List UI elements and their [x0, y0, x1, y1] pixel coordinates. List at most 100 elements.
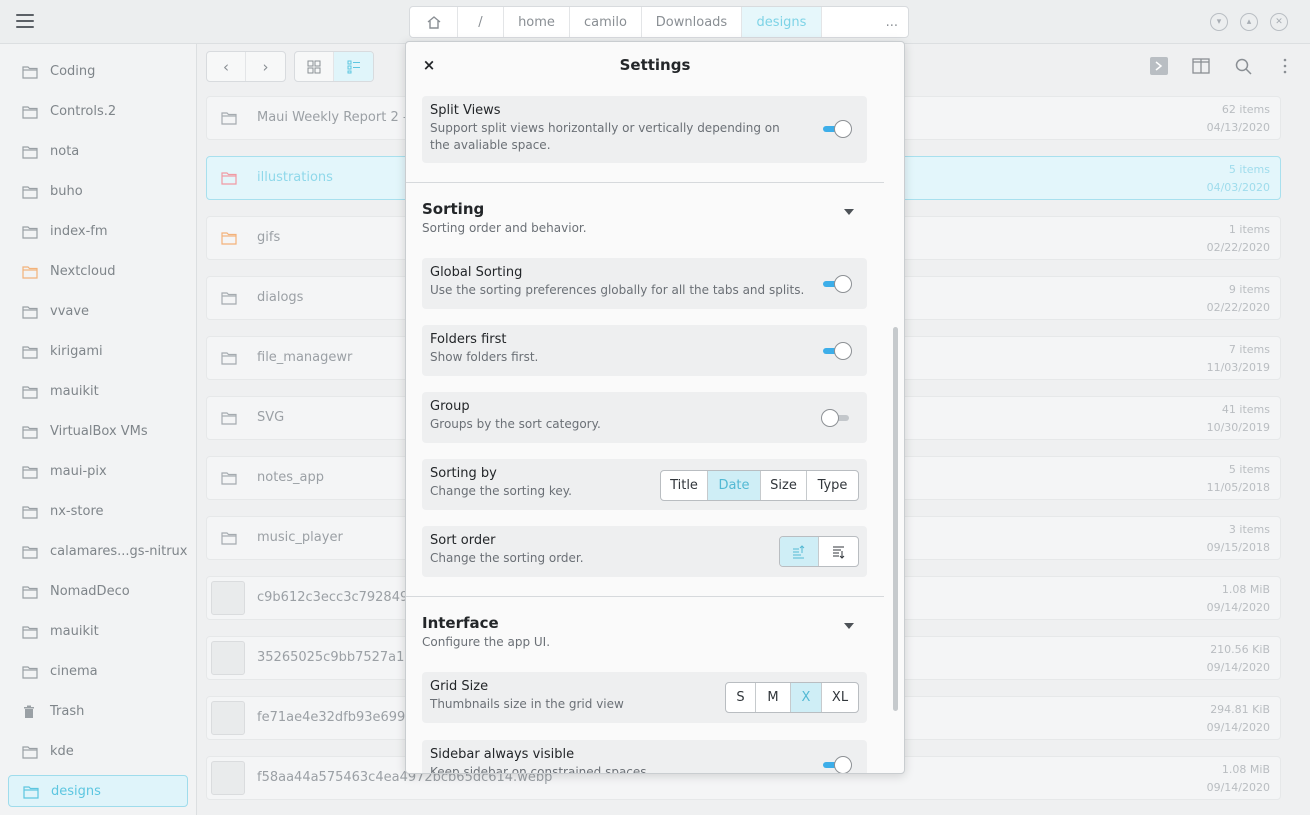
close-icon[interactable]: ×: [418, 54, 440, 76]
home-icon[interactable]: [410, 7, 458, 37]
file-size: 41 items: [1221, 403, 1270, 416]
folder-icon: [22, 745, 38, 759]
close-window-icon[interactable]: ✕: [1270, 13, 1288, 31]
section-divider: [406, 182, 884, 183]
sidebar-item[interactable]: VirtualBox VMs: [8, 415, 188, 447]
path-bar: / home camilo Downloads designs ...: [409, 6, 909, 38]
sort-descending-icon[interactable]: [819, 537, 858, 566]
sidebar-item[interactable]: Coding: [8, 55, 188, 87]
more-options-icon[interactable]: [1275, 56, 1295, 76]
file-date: 04/13/2020: [1206, 121, 1270, 134]
file-date: 04/03/2020: [1206, 181, 1270, 194]
collapse-arrow-icon[interactable]: [844, 623, 854, 629]
dialog-scrollbar[interactable]: [893, 327, 898, 711]
sort-by-title-button[interactable]: Title: [661, 471, 708, 500]
path-overflow[interactable]: ...: [822, 7, 908, 37]
settings-content: Split Views Support split views horizont…: [406, 88, 884, 773]
sidebar-item[interactable]: index-fm: [8, 215, 188, 247]
file-size: 210.56 KiB: [1210, 643, 1270, 656]
sorting-by-setting: Sorting by Change the sorting key. Title…: [422, 459, 867, 510]
sidebar-item[interactable]: NomadDeco: [8, 575, 188, 607]
folder-icon: [22, 265, 38, 279]
sidebar-item[interactable]: nx-store: [8, 495, 188, 527]
collapse-arrow-icon[interactable]: [844, 209, 854, 215]
sidebar-item[interactable]: Trash: [8, 695, 188, 727]
folder-icon: [22, 145, 38, 159]
sidebar-item-label: VirtualBox VMs: [50, 423, 148, 439]
search-icon[interactable]: [1233, 56, 1253, 76]
folders-first-toggle[interactable]: [823, 340, 852, 362]
sort-by-date-button[interactable]: Date: [708, 471, 761, 500]
go-forward-icon[interactable]: ›: [246, 52, 285, 81]
window-controls: ▾ ▴ ✕: [1210, 13, 1288, 31]
grid-size-x-button[interactable]: X: [791, 683, 822, 712]
crumb-downloads[interactable]: Downloads: [642, 7, 742, 37]
settings-dialog: × Settings Split Views Support split vie…: [405, 41, 905, 774]
grid-size-xl-button[interactable]: XL: [822, 683, 858, 712]
file-size: 9 items: [1228, 283, 1270, 296]
sidebar-item[interactable]: mauikit: [8, 615, 188, 647]
sidebar-item[interactable]: maui-pix: [8, 455, 188, 487]
sidebar-item[interactable]: kirigami: [8, 335, 188, 367]
sidebar-item-label: Controls.2: [50, 103, 117, 119]
setting-description: Use the sorting preferences globally for…: [430, 283, 805, 297]
global-sorting-toggle[interactable]: [823, 273, 852, 295]
sort-ascending-icon[interactable]: [780, 537, 819, 566]
file-date: 02/22/2020: [1206, 241, 1270, 254]
folder-icon: [221, 291, 237, 305]
sort-by-type-button[interactable]: Type: [807, 471, 858, 500]
go-back-icon[interactable]: ‹: [207, 52, 246, 81]
sort-order-selector: [779, 536, 859, 567]
folder-icon: [22, 545, 38, 559]
sidebar-item-label: kde: [50, 743, 74, 759]
maximize-icon[interactable]: ▴: [1240, 13, 1258, 31]
list-view-icon[interactable]: [334, 52, 373, 81]
sidebar-item[interactable]: designs: [8, 775, 188, 807]
sort-by-size-button[interactable]: Size: [761, 471, 807, 500]
setting-description: Support split views horizontally or vert…: [430, 121, 780, 152]
sidebar-item-label: NomadDeco: [50, 583, 130, 599]
crumb-root[interactable]: /: [458, 7, 504, 37]
sidebar-item-label: maui-pix: [50, 463, 107, 479]
sidebar-item-label: index-fm: [50, 223, 108, 239]
trash-icon: [22, 705, 36, 718]
sidebar-item[interactable]: calamares...gs-nitrux: [8, 535, 188, 567]
grid-size-m-button[interactable]: M: [756, 683, 791, 712]
crumb-camilo[interactable]: camilo: [570, 7, 642, 37]
section-divider: [406, 596, 884, 597]
split-view-icon[interactable]: [1191, 56, 1211, 76]
sidebar-item[interactable]: cinema: [8, 655, 188, 687]
split-views-toggle[interactable]: [823, 118, 852, 140]
group-setting: Group Groups by the sort category.: [422, 392, 867, 443]
folder-icon: [23, 785, 39, 799]
sidebar-item[interactable]: kde: [8, 735, 188, 767]
folder-icon: [221, 171, 237, 185]
sidebar-item[interactable]: Nextcloud: [8, 255, 188, 287]
terminal-icon[interactable]: [1149, 56, 1169, 76]
sidebar-item[interactable]: Controls.2: [8, 95, 188, 127]
file-date: 11/03/2019: [1206, 361, 1270, 374]
sidebar-item-label: mauikit: [50, 383, 99, 399]
crumb-designs[interactable]: designs: [742, 7, 822, 37]
hamburger-menu-icon[interactable]: [16, 14, 34, 28]
sidebar-visible-toggle[interactable]: [823, 754, 852, 773]
setting-title: Grid Size: [430, 679, 489, 694]
sidebar-item[interactable]: nota: [8, 135, 188, 167]
dialog-title: Settings: [619, 56, 691, 74]
sidebar-item[interactable]: vvave: [8, 295, 188, 327]
sidebar-visible-setting: Sidebar always visible Keep sidebar on c…: [422, 740, 867, 773]
sidebar-item-label: nx-store: [50, 503, 104, 519]
setting-title: Sort order: [430, 533, 496, 548]
sidebar-item[interactable]: mauikit: [8, 375, 188, 407]
sort-order-setting: Sort order Change the sorting order.: [422, 526, 867, 577]
folder-icon: [221, 411, 237, 425]
sorting-key-selector: Title Date Size Type: [660, 470, 859, 501]
grid-size-s-button[interactable]: S: [726, 683, 756, 712]
folder-icon: [22, 465, 38, 479]
grid-view-icon[interactable]: [295, 52, 334, 81]
sidebar-item[interactable]: buho: [8, 175, 188, 207]
minimize-icon[interactable]: ▾: [1210, 13, 1228, 31]
crumb-home[interactable]: home: [504, 7, 570, 37]
file-name: Maui Weekly Report 2 —: [257, 110, 416, 125]
group-toggle[interactable]: [821, 407, 851, 429]
